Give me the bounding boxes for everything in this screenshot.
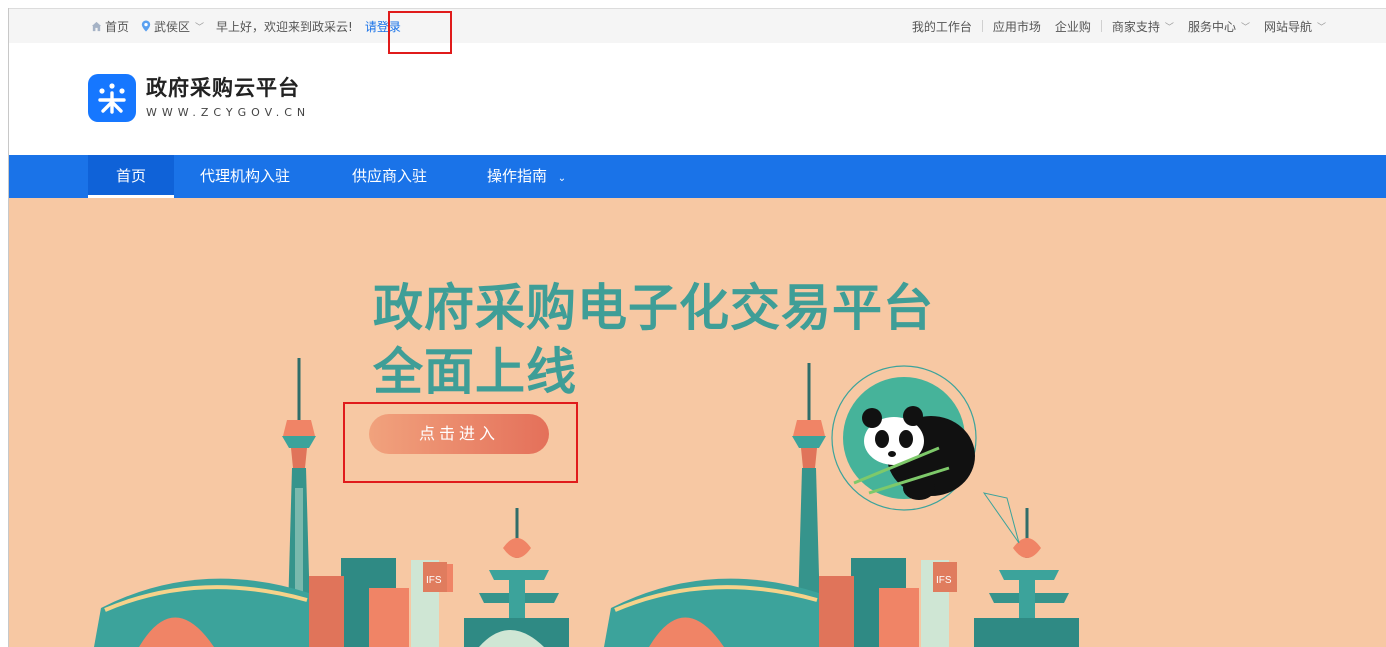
top-utility-bar: 首页 武侯区 ﹀ 早上好，欢迎来到政采云! 请登录 我的工作台 应用市场 企业购… [9,9,1386,43]
service-center-label: 服务中心 [1187,19,1236,34]
main-nav: 首页 代理机构入驻 供应商入驻 操作指南 ⌄ [9,155,1386,198]
location-selector[interactable]: 武侯区 ﹀ [141,18,204,35]
ifs-sign-text: IFS [936,575,952,586]
nav-home[interactable]: 首页 [88,155,174,198]
right-ifs-sign: IFS [933,562,957,592]
chevron-down-icon: ﹀ [1164,22,1174,33]
topbar-right: 我的工作台 应用市场 企业购 商家支持 ﹀ 服务中心 ﹀ 网站导航 ﹀ [912,9,1326,43]
merchant-support-label: 商家支持 [1111,19,1160,34]
frame-top-border [8,8,1386,9]
nav-supplier-register[interactable]: 供应商入驻 [352,155,427,198]
city-skyline-illustration: IFS IFS [94,358,1079,647]
site-nav-label: 网站导航 [1263,19,1312,34]
logo-icon [88,74,136,122]
nav-operation-guide[interactable]: 操作指南 ⌄ [487,155,566,198]
right-spiral-tower [974,508,1079,647]
service-center-menu[interactable]: 服务中心 ﹀ [1188,18,1250,35]
site-logo[interactable]: 政府采购云平台 WWW.ZCYGOV.CN [88,74,310,122]
chevron-down-icon: ﹀ [1240,22,1250,33]
location-label: 武侯区 [154,19,191,34]
left-spiral-tower [464,508,569,647]
home-link-label: 首页 [105,19,130,34]
right-stadium [604,578,819,647]
chevron-down-icon: ﹀ [195,22,205,33]
right-buildings [819,558,949,647]
divider [981,20,983,32]
logo-mark-icon [98,83,126,114]
nav-operation-guide-label: 操作指南 [487,167,548,185]
frame-left-border [8,8,9,647]
headline-line-1: 政府采购电子化交易平台 [373,278,934,337]
chevron-down-icon: ﹀ [1316,22,1326,33]
logo-subtitle: WWW.ZCYGOV.CN [146,106,311,119]
enterprise-buy-link[interactable]: 企业购 [1055,18,1091,35]
greeting-text: 早上好，欢迎来到政采云! [216,19,353,34]
left-stadium [94,578,309,647]
logo-text: 政府采购云平台 WWW.ZCYGOV.CN [146,74,310,119]
workbench-link[interactable]: 我的工作台 [912,18,972,35]
topbar-left: 首页 武侯区 ﹀ 早上好，欢迎来到政采云! 请登录 [91,9,407,43]
location-pin-icon [141,20,151,32]
logo-title: 政府采购云平台 [146,76,300,100]
ifs-sign-text: IFS [426,575,442,586]
merchant-support-menu[interactable]: 商家支持 ﹀ [1112,18,1174,35]
banner-headline: 政府采购电子化交易平台 全面上线 [373,276,934,404]
divider [1100,20,1102,32]
site-nav-menu[interactable]: 网站导航 ﹀ [1264,18,1326,35]
home-link[interactable]: 首页 [91,18,129,35]
left-ifs-sign: IFS [423,562,447,592]
home-icon [91,21,102,31]
enter-highlight-box [343,402,578,483]
app-market-link[interactable]: 应用市场 [993,18,1041,35]
headline-line-2: 全面上线 [373,342,577,401]
hero-banner: IFS IFS 政府采购电子化交易平台 全面上线 点击进入 [9,198,1386,647]
chevron-down-icon: ⌄ [557,173,567,184]
login-highlight-box [388,11,452,54]
nav-agency-register[interactable]: 代理机构入驻 [200,155,290,198]
